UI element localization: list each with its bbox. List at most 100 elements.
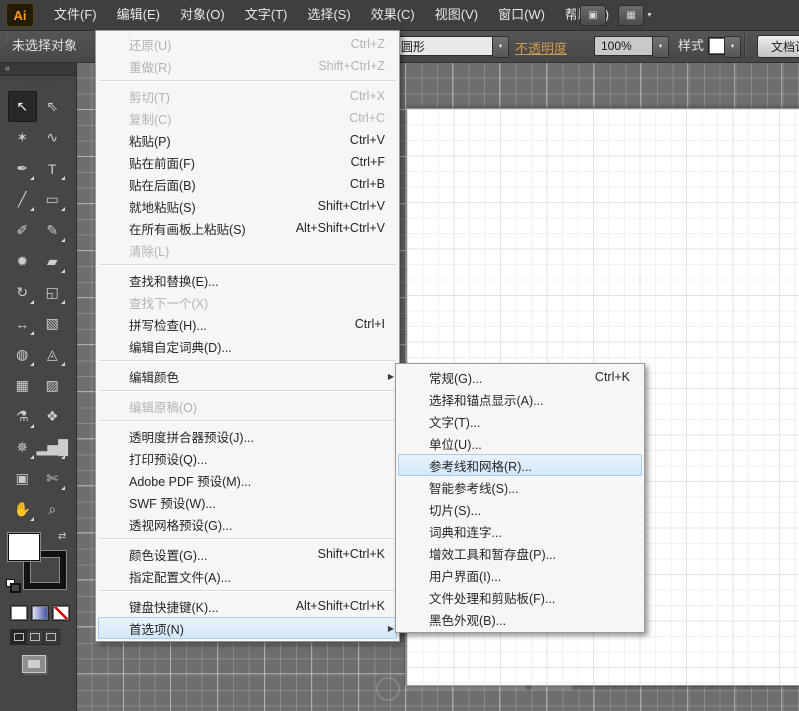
- menu-item[interactable]: 切片(S)...: [396, 498, 644, 520]
- menubar-item[interactable]: 窗口(W): [488, 2, 555, 28]
- shape-builder-tool[interactable]: ◍: [8, 339, 37, 370]
- menubar-item[interactable]: 对象(O): [170, 2, 235, 28]
- workspace-switcher-button[interactable]: ▦ ▼: [618, 5, 653, 26]
- menu-item-label: 就地粘贴(S): [129, 197, 196, 216]
- screen-mode-button[interactable]: [22, 655, 46, 673]
- menu-item-label: 在所有画板上粘贴(S): [129, 219, 246, 238]
- mesh-tool[interactable]: ▦: [8, 370, 37, 401]
- zoom-tool[interactable]: ⌕: [37, 494, 68, 525]
- menu-item[interactable]: Adobe PDF 预设(M)...: [96, 469, 399, 491]
- none-button[interactable]: [52, 605, 70, 621]
- menu-item[interactable]: 剪切(T) Ctrl+X: [96, 85, 399, 107]
- menu-item[interactable]: 查找下一个(X): [96, 291, 399, 313]
- menu-item-label: 打印预设(Q)...: [129, 449, 207, 468]
- menu-item[interactable]: 用户界面(I)...: [396, 564, 644, 586]
- color-button[interactable]: [10, 605, 28, 621]
- menu-item[interactable]: 在所有画板上粘贴(S) Alt+Shift+Ctrl+V: [96, 217, 399, 239]
- blob-brush-tool[interactable]: ✹: [8, 246, 37, 277]
- width-tool[interactable]: ↔: [8, 308, 37, 339]
- bridge-button[interactable]: ▣: [580, 5, 606, 26]
- menu-item[interactable]: 黑色外观(B)...: [396, 608, 644, 630]
- menu-item-shortcut: Ctrl+F: [331, 155, 385, 169]
- draw-normal-button[interactable]: [11, 630, 27, 644]
- menu-item[interactable]: 清除(L): [96, 239, 399, 261]
- brush-dropdown-arrow[interactable]: ▼: [492, 36, 509, 58]
- menubar-item[interactable]: 文字(T): [235, 2, 298, 28]
- artboard-tool[interactable]: ▣: [8, 463, 37, 494]
- menu-item[interactable]: 智能参考线(S)...: [396, 476, 644, 498]
- menu-item-shortcut: Shift+Ctrl+Z: [298, 59, 385, 73]
- menu-item[interactable]: 选择和锚点显示(A)...: [396, 388, 644, 410]
- gradient-button[interactable]: [31, 605, 49, 621]
- draw-inside-button[interactable]: [44, 630, 59, 644]
- document-setup-button[interactable]: 文档设置: [757, 35, 799, 58]
- menubar-item[interactable]: 效果(C): [361, 2, 425, 28]
- pencil-tool[interactable]: ✎: [37, 215, 68, 246]
- menu-item[interactable]: 透视网格预设(G)...: [96, 513, 399, 535]
- menubar-item[interactable]: 编辑(E): [107, 2, 170, 28]
- menu-item[interactable]: 粘贴(P) Ctrl+V: [96, 129, 399, 151]
- magic-wand-tool[interactable]: ✶: [8, 122, 37, 153]
- menu-item[interactable]: 颜色设置(G)... Shift+Ctrl+K: [96, 543, 399, 565]
- menu-item[interactable]: 词典和连字...: [396, 520, 644, 542]
- symbol-sprayer-tool[interactable]: ✵: [8, 432, 37, 463]
- menu-item[interactable]: 文字(T)...: [396, 410, 644, 432]
- hand-tool[interactable]: ✋: [8, 494, 37, 525]
- menu-item[interactable]: SWF 预设(W)...: [96, 491, 399, 513]
- menubar-item[interactable]: 视图(V): [425, 2, 488, 28]
- direct-selection-tool[interactable]: ⇖: [37, 91, 68, 122]
- rotate-tool[interactable]: ↻: [8, 277, 37, 308]
- eyedropper-tool[interactable]: ⚗: [8, 401, 37, 432]
- swap-fill-stroke-icon[interactable]: ⇄: [58, 531, 66, 542]
- menu-item[interactable]: 常规(G)... Ctrl+K: [396, 366, 644, 388]
- menu-item[interactable]: 编辑颜色 ▶: [96, 365, 399, 387]
- line-segment-tool[interactable]: ╱: [8, 184, 37, 215]
- menu-item[interactable]: 编辑自定词典(D)...: [96, 335, 399, 357]
- type-tool[interactable]: T: [37, 153, 68, 184]
- menu-item[interactable]: 单位(U)...: [396, 432, 644, 454]
- fill-color-swatch[interactable]: [8, 533, 40, 561]
- opacity-label[interactable]: 不透明度: [515, 38, 567, 57]
- menu-item[interactable]: 复制(C) Ctrl+C: [96, 107, 399, 129]
- draw-behind-button[interactable]: [27, 630, 43, 644]
- slice-tool[interactable]: ✄: [37, 463, 68, 494]
- tool-icon: ✹: [16, 253, 28, 270]
- free-transform-tool[interactable]: ▧: [37, 308, 68, 339]
- menu-item[interactable]: 增效工具和暂存盘(P)...: [396, 542, 644, 564]
- blend-tool[interactable]: ❖: [37, 401, 68, 432]
- menubar-item[interactable]: 文件(F): [44, 2, 107, 28]
- menu-item[interactable]: 还原(U) Ctrl+Z: [96, 33, 399, 55]
- menu-item[interactable]: 文件处理和剪贴板(F)...: [396, 586, 644, 608]
- gradient-tool[interactable]: ▨: [37, 370, 68, 401]
- menu-item-label: 参考线和网格(R)...: [429, 456, 532, 475]
- menu-item[interactable]: 编辑原稿(O): [96, 395, 399, 417]
- opacity-value-select[interactable]: 100%: [594, 36, 660, 56]
- menu-item[interactable]: 首选项(N) ▶: [98, 617, 397, 639]
- menu-item[interactable]: 透明度拼合器预设(J)...: [96, 425, 399, 447]
- menubar-item[interactable]: 选择(S): [297, 2, 360, 28]
- menu-item[interactable]: 查找和替换(E)...: [96, 269, 399, 291]
- lasso-tool[interactable]: ∿: [37, 122, 68, 153]
- default-fill-stroke-button[interactable]: [6, 579, 18, 591]
- menu-item[interactable]: 打印预设(Q)...: [96, 447, 399, 469]
- selection-tool[interactable]: ↖: [8, 91, 37, 122]
- menu-item[interactable]: 贴在后面(B) Ctrl+B: [96, 173, 399, 195]
- rectangle-tool[interactable]: ▭: [37, 184, 68, 215]
- tool-icon: ↔: [15, 316, 29, 332]
- menu-item[interactable]: 就地粘贴(S) Shift+Ctrl+V: [96, 195, 399, 217]
- menu-item[interactable]: 重做(R) Shift+Ctrl+Z: [96, 55, 399, 77]
- pen-tool[interactable]: ✒: [8, 153, 37, 184]
- eraser-tool[interactable]: ▰: [37, 246, 68, 277]
- menu-item[interactable]: 贴在前面(F) Ctrl+F: [96, 151, 399, 173]
- scale-tool[interactable]: ◱: [37, 277, 68, 308]
- perspective-grid-tool[interactable]: ◬: [37, 339, 68, 370]
- menu-item[interactable]: 拼写检查(H)... Ctrl+I: [96, 313, 399, 335]
- paintbrush-tool[interactable]: ✐: [8, 215, 37, 246]
- opacity-dropdown-arrow[interactable]: ▼: [652, 36, 669, 58]
- style-dropdown-arrow[interactable]: ▼: [724, 36, 741, 58]
- column-graph-tool[interactable]: ▂▅█: [37, 432, 68, 463]
- menu-item[interactable]: 键盘快捷键(K)... Alt+Shift+Ctrl+K: [96, 595, 399, 617]
- menu-item[interactable]: 指定配置文件(A)...: [96, 565, 399, 587]
- menu-item[interactable]: 参考线和网格(R)...: [398, 454, 642, 476]
- tools-panel-collapse[interactable]: «: [0, 62, 76, 76]
